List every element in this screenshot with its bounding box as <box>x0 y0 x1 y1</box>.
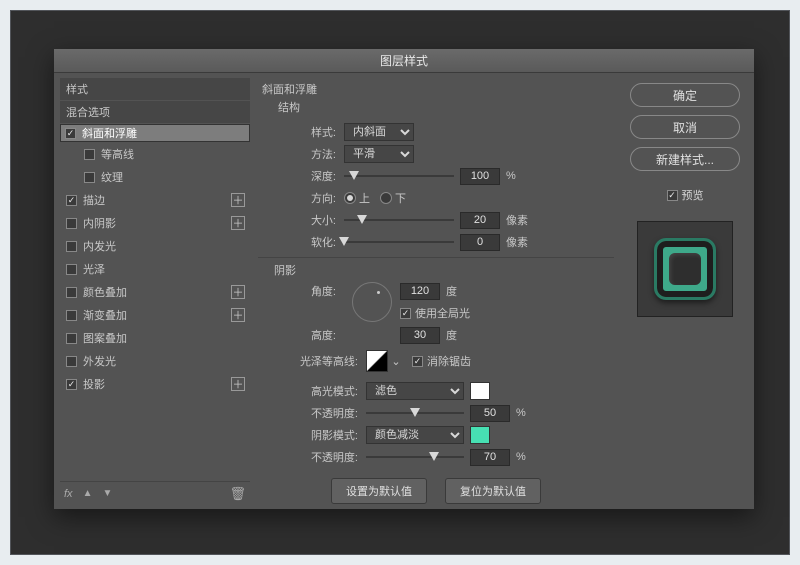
layer-style-dialog: 图层样式 样式 混合选项 斜面和浮雕等高线纹理描边＋内阴影＋内发光光泽颜色叠加＋… <box>54 49 754 509</box>
effect-checkbox[interactable] <box>66 195 77 206</box>
preview-thumbnail <box>637 221 733 317</box>
effect-checkbox[interactable] <box>65 128 76 139</box>
ok-button[interactable]: 确定 <box>630 83 740 107</box>
effect-checkbox[interactable] <box>66 333 77 344</box>
highlight-color-swatch[interactable] <box>470 382 490 400</box>
shadow-mode-select[interactable]: 颜色减淡 <box>366 426 464 444</box>
sidebar-footer: fx ▲ ▼ 🗑 <box>60 481 250 505</box>
style-label: 样式: <box>258 124 344 140</box>
sidebar-effect-9[interactable]: 图案叠加 <box>60 327 250 349</box>
global-light-checkbox[interactable] <box>400 308 411 319</box>
add-effect-icon[interactable]: ＋ <box>231 285 245 299</box>
add-effect-icon[interactable]: ＋ <box>231 377 245 391</box>
shadow-opacity-input[interactable] <box>470 449 510 466</box>
panel-header: 斜面和浮雕 <box>262 81 614 97</box>
highlight-mode-select[interactable]: 滤色 <box>366 382 464 400</box>
preview-checkbox[interactable] <box>667 190 678 201</box>
effects-sidebar: 样式 混合选项 斜面和浮雕等高线纹理描边＋内阴影＋内发光光泽颜色叠加＋渐变叠加＋… <box>54 73 256 509</box>
angle-input[interactable] <box>400 283 440 300</box>
altitude-input[interactable] <box>400 327 440 344</box>
reset-default-button[interactable]: 复位为默认值 <box>445 478 541 504</box>
add-effect-icon[interactable]: ＋ <box>231 308 245 322</box>
size-slider[interactable] <box>344 213 454 227</box>
size-input[interactable] <box>460 212 500 229</box>
antialias-checkbox[interactable] <box>412 356 423 367</box>
altitude-label: 高度: <box>258 327 344 343</box>
effect-checkbox[interactable] <box>66 264 77 275</box>
sidebar-styles-header[interactable]: 样式 <box>60 78 250 100</box>
effect-checkbox[interactable] <box>66 379 77 390</box>
soften-label: 软化: <box>258 234 344 250</box>
dialog-title: 图层样式 <box>54 49 754 73</box>
shadow-opacity-slider[interactable] <box>366 450 464 464</box>
sidebar-effect-3[interactable]: 描边＋ <box>60 189 250 211</box>
direction-label: 方向: <box>258 190 344 206</box>
depth-label: 深度: <box>258 168 344 184</box>
effect-checkbox[interactable] <box>66 241 77 252</box>
shadow-opacity-label: 不透明度: <box>258 449 366 465</box>
effect-checkbox[interactable] <box>66 218 77 229</box>
effect-checkbox[interactable] <box>66 356 77 367</box>
sidebar-blending-options[interactable]: 混合选项 <box>60 101 250 123</box>
new-style-button[interactable]: 新建样式... <box>630 147 740 171</box>
direction-down-radio[interactable]: 下 <box>380 190 406 206</box>
sidebar-effect-4[interactable]: 内阴影＋ <box>60 212 250 234</box>
depth-input[interactable] <box>460 168 500 185</box>
angle-dial[interactable] <box>352 282 392 322</box>
sidebar-effect-0[interactable]: 斜面和浮雕 <box>60 124 250 142</box>
sidebar-effect-6[interactable]: 光泽 <box>60 258 250 280</box>
make-default-button[interactable]: 设置为默认值 <box>331 478 427 504</box>
effect-checkbox[interactable] <box>66 310 77 321</box>
method-select[interactable]: 平滑 <box>344 145 414 163</box>
effect-checkbox[interactable] <box>84 172 95 183</box>
gloss-contour-picker[interactable] <box>366 350 388 372</box>
right-panel: 确定 取消 新建样式... 预览 <box>616 73 754 509</box>
effect-checkbox[interactable] <box>84 149 95 160</box>
direction-up-radio[interactable]: 上 <box>344 190 370 206</box>
sidebar-effect-1[interactable]: 等高线 <box>60 143 250 165</box>
cancel-button[interactable]: 取消 <box>630 115 740 139</box>
depth-slider[interactable] <box>344 169 454 183</box>
gloss-contour-label: 光泽等高线: <box>258 353 366 369</box>
settings-panel: 斜面和浮雕 结构 样式: 内斜面 方法: 平滑 深度: % 方向: 上 下 大小… <box>256 73 616 509</box>
method-label: 方法: <box>258 146 344 162</box>
angle-label: 角度: <box>258 283 344 299</box>
highlight-opacity-slider[interactable] <box>366 406 464 420</box>
shadow-mode-label: 阴影模式: <box>258 427 366 443</box>
sidebar-effect-2[interactable]: 纹理 <box>60 166 250 188</box>
add-effect-icon[interactable]: ＋ <box>231 193 245 207</box>
sidebar-effect-11[interactable]: 投影＋ <box>60 373 250 395</box>
move-up-icon[interactable]: ▲ <box>83 488 93 499</box>
highlight-opacity-input[interactable] <box>470 405 510 422</box>
fx-menu-icon[interactable]: fx <box>64 488 73 500</box>
effect-checkbox[interactable] <box>66 287 77 298</box>
sidebar-effect-8[interactable]: 渐变叠加＋ <box>60 304 250 326</box>
structure-label: 结构 <box>278 99 614 115</box>
style-select[interactable]: 内斜面 <box>344 123 414 141</box>
size-label: 大小: <box>258 212 344 228</box>
soften-slider[interactable] <box>344 235 454 249</box>
highlight-mode-label: 高光模式: <box>258 383 366 399</box>
sidebar-effect-10[interactable]: 外发光 <box>60 350 250 372</box>
trash-icon[interactable]: 🗑 <box>229 486 246 502</box>
chevron-down-icon[interactable]: ⌄ <box>388 355 404 368</box>
add-effect-icon[interactable]: ＋ <box>231 216 245 230</box>
sidebar-effect-5[interactable]: 内发光 <box>60 235 250 257</box>
highlight-opacity-label: 不透明度: <box>258 405 366 421</box>
shading-label: 阴影 <box>274 262 614 278</box>
sidebar-effect-7[interactable]: 颜色叠加＋ <box>60 281 250 303</box>
shadow-color-swatch[interactable] <box>470 426 490 444</box>
soften-input[interactable] <box>460 234 500 251</box>
move-down-icon[interactable]: ▼ <box>102 488 112 499</box>
